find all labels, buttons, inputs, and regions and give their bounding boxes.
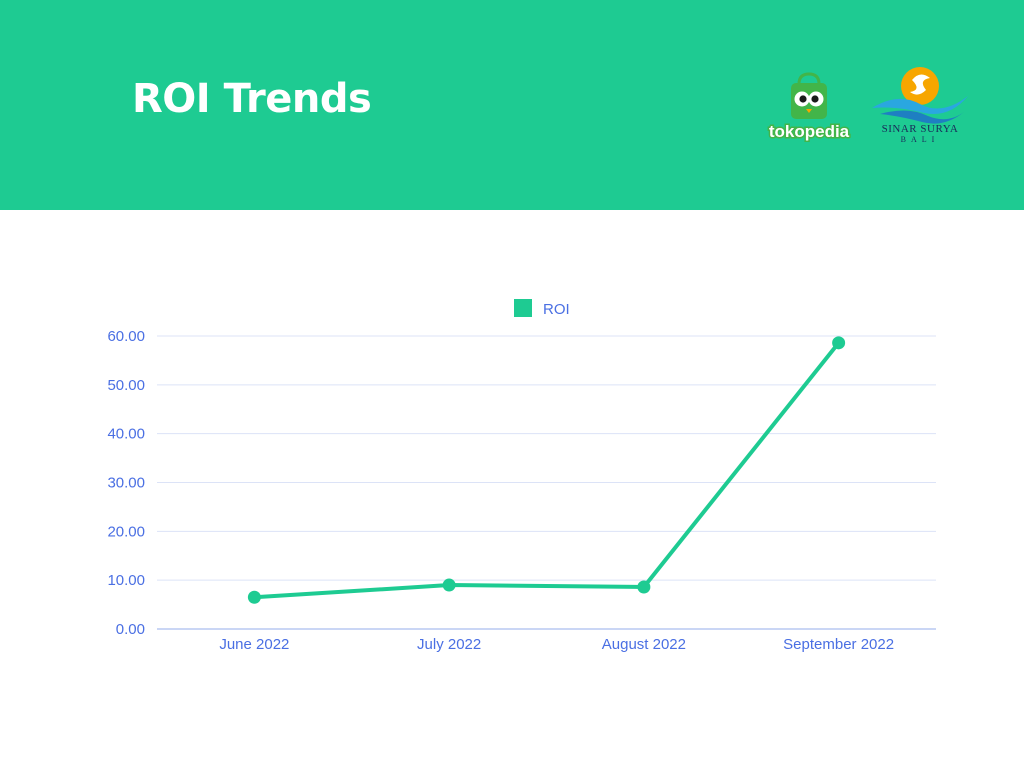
- series-line-roi: [254, 341, 841, 600]
- header-banner: ROI Trends tokopedia SINAR SURYA BALI: [0, 0, 1024, 210]
- y-tick-label: 20.00: [107, 523, 145, 540]
- y-tick-label: 60.00: [107, 328, 145, 345]
- owl-shopping-bag-icon: [791, 72, 827, 119]
- y-tick-label: 40.00: [107, 426, 145, 443]
- x-axis-tick-labels: June 2022 July 2022 August 2022 September 2…: [219, 636, 894, 653]
- sun-wave-icon: [872, 67, 968, 124]
- data-point: [637, 580, 651, 594]
- sinar-surya-wordmark: SINAR SURYA: [882, 123, 959, 135]
- tokopedia-wordmark: tokopedia: [769, 122, 850, 141]
- data-points-roi: [247, 336, 846, 604]
- bali-wordmark: BALI: [901, 135, 940, 144]
- grid-lines: [157, 335, 936, 581]
- x-tick-label: June 2022: [219, 636, 289, 653]
- data-point: [832, 336, 846, 350]
- legend-label-roi: ROI: [543, 301, 570, 318]
- page-title: ROI Trends: [132, 76, 372, 122]
- x-tick-label: September 2022: [783, 636, 894, 653]
- y-tick-label: 30.00: [107, 475, 145, 492]
- y-tick-label: 0.00: [116, 621, 145, 638]
- y-tick-label: 10.00: [107, 572, 145, 589]
- tokopedia-logo: tokopedia: [767, 72, 851, 143]
- legend-swatch-roi: [514, 299, 532, 317]
- y-axis-tick-labels: 0.00 10.00 20.00 30.00 40.00 50.00 60.00: [107, 328, 145, 638]
- data-point: [442, 578, 456, 592]
- y-tick-label: 50.00: [107, 377, 145, 394]
- sinar-surya-bali-logo: SINAR SURYA BALI: [872, 67, 968, 144]
- x-tick-label: August 2022: [602, 636, 686, 653]
- x-tick-label: July 2022: [417, 636, 481, 653]
- roi-line-chart: ROI 0.00 10.00 20.00 30.00 40.00 50.00 60.00 J…: [107, 299, 936, 653]
- data-point: [247, 590, 261, 604]
- chart-legend: ROI: [514, 299, 570, 318]
